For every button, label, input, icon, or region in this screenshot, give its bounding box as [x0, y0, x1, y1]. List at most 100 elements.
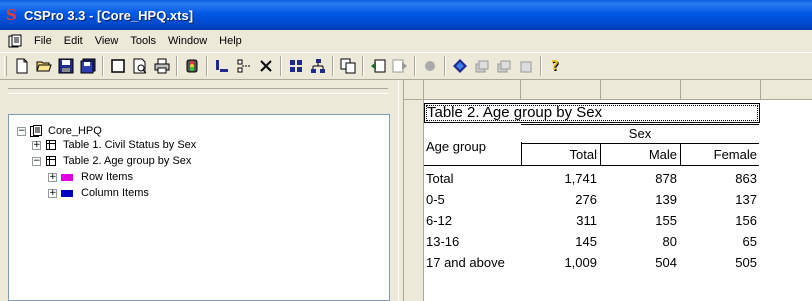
spanner-header[interactable]: Sex — [521, 124, 759, 144]
table-cell[interactable]: 145 — [521, 232, 601, 252]
grid-column-b[interactable] — [521, 80, 601, 100]
row-items-icon — [61, 173, 73, 181]
header-rule — [424, 165, 759, 166]
column-header-male[interactable]: Male — [601, 145, 681, 165]
toolbar-grip[interactable] — [4, 56, 7, 76]
area-icon[interactable] — [211, 55, 233, 77]
table-cell[interactable]: 505 — [681, 253, 761, 273]
table-cell[interactable]: 156 — [681, 211, 761, 231]
menu-window[interactable]: Window — [162, 32, 213, 50]
table-cell[interactable]: 139 — [601, 190, 681, 210]
save-all-icon[interactable] — [77, 55, 99, 77]
page-icon[interactable] — [107, 55, 129, 77]
menu-file[interactable]: File — [28, 32, 58, 50]
page-break-icon[interactable] — [233, 55, 255, 77]
column-items-icon — [61, 189, 73, 197]
toolbar-separator — [540, 56, 542, 76]
tree-item-table-1[interactable]: + Table 1. Civil Status by Sex — [32, 137, 196, 153]
toolbar-separator — [176, 56, 178, 76]
expand-icon[interactable]: + — [32, 140, 41, 150]
tree-root-label: Core_HPQ — [48, 125, 102, 137]
grid-corner[interactable] — [404, 80, 424, 100]
table-cell[interactable]: 137 — [681, 190, 761, 210]
dictionary-icon[interactable] — [449, 55, 471, 77]
stack-icon[interactable] — [471, 55, 493, 77]
table-icon — [46, 140, 56, 150]
row-label[interactable]: 6-12 — [426, 211, 452, 231]
table-cell[interactable]: 155 — [601, 211, 681, 231]
print-icon[interactable] — [151, 55, 173, 77]
tree-item-column-items[interactable]: + Column Items — [48, 185, 149, 201]
menu-help[interactable]: Help — [213, 32, 248, 50]
row-label[interactable]: 0-5 — [426, 190, 445, 210]
table-cell[interactable]: 878 — [601, 169, 681, 189]
table-cell[interactable]: 1,741 — [521, 169, 601, 189]
menu-view[interactable]: View — [89, 32, 125, 50]
pane-divider — [8, 88, 388, 94]
column-header-female[interactable]: Female — [681, 145, 761, 165]
table-cell[interactable]: 504 — [601, 253, 681, 273]
grid-column-d[interactable] — [681, 80, 761, 100]
stub-header[interactable]: Age group — [426, 137, 486, 157]
back-icon[interactable] — [367, 55, 389, 77]
help-icon[interactable]: ?? — [545, 55, 567, 77]
collapse-icon[interactable]: − — [17, 126, 26, 136]
grid-column-c[interactable] — [601, 80, 681, 100]
cspro-app-icon[interactable]: S — [6, 7, 20, 23]
table-cell[interactable]: 863 — [681, 169, 761, 189]
record-icon[interactable] — [419, 55, 441, 77]
tree-item-label: Column Items — [81, 187, 149, 199]
open-icon[interactable] — [33, 55, 55, 77]
table-cell[interactable]: 1,009 — [521, 253, 601, 273]
tree-item-table-2[interactable]: − Table 2. Age group by Sex — [32, 153, 191, 169]
row-label[interactable]: Total — [426, 169, 453, 189]
table-cell[interactable]: 65 — [681, 232, 761, 252]
grid-column-a[interactable] — [424, 80, 521, 100]
table-icon — [46, 156, 56, 166]
grid-icon[interactable] — [285, 55, 307, 77]
stack3-icon[interactable] — [515, 55, 537, 77]
row-label[interactable]: 17 and above — [426, 253, 505, 273]
tree-item-row-items[interactable]: + Row Items — [48, 169, 133, 185]
svg-text:?: ? — [551, 59, 559, 74]
expand-icon[interactable]: + — [48, 172, 57, 182]
table-cell[interactable]: 80 — [601, 232, 681, 252]
run-icon[interactable] — [181, 55, 203, 77]
copy-icon[interactable] — [337, 55, 359, 77]
forward-icon[interactable] — [389, 55, 411, 77]
delete-icon[interactable] — [255, 55, 277, 77]
tree-icon[interactable] — [307, 55, 329, 77]
column-header-total[interactable]: Total — [521, 145, 601, 165]
grid-column-header — [404, 80, 812, 100]
print-preview-icon[interactable] — [129, 55, 151, 77]
tree-item-label: Table 2. Age group by Sex — [63, 155, 192, 167]
document-icon — [30, 125, 42, 137]
menu-edit[interactable]: Edit — [58, 32, 89, 50]
expand-icon[interactable]: + — [48, 188, 57, 198]
window-title: CSPro 3.3 - [Core_HPQ.xts] — [24, 7, 194, 23]
document-icon[interactable] — [8, 34, 22, 48]
stack2-icon[interactable] — [493, 55, 515, 77]
table-view[interactable]: Table 2. Age group by Sex Age group Sex … — [404, 80, 812, 301]
grid-row-header — [404, 100, 424, 301]
table-cell[interactable]: 311 — [521, 211, 601, 231]
save-icon[interactable] — [55, 55, 77, 77]
table-title[interactable]: Table 2. Age group by Sex — [424, 103, 760, 123]
tree-pane: − Core_HPQ + Table 1. Civil Status by Se… — [0, 80, 398, 301]
table-tree[interactable]: − Core_HPQ + Table 1. Civil Status by Se… — [8, 114, 390, 301]
title-bar: S CSPro 3.3 - [Core_HPQ.xts] — [0, 0, 812, 30]
tree-item-label: Table 1. Civil Status by Sex — [63, 139, 197, 151]
table-cell[interactable]: 276 — [521, 190, 601, 210]
menu-tools[interactable]: Tools — [124, 32, 162, 50]
toolbar: ?? — [0, 52, 812, 80]
toolbar-separator — [280, 56, 282, 76]
collapse-icon[interactable]: − — [32, 156, 41, 166]
row-label[interactable]: 13-16 — [426, 232, 459, 252]
toolbar-separator — [414, 56, 416, 76]
toolbar-separator — [102, 56, 104, 76]
new-icon[interactable] — [11, 55, 33, 77]
toolbar-separator — [444, 56, 446, 76]
tree-item-label: Row Items — [81, 171, 133, 183]
toolbar-separator — [206, 56, 208, 76]
toolbar-separator — [332, 56, 334, 76]
